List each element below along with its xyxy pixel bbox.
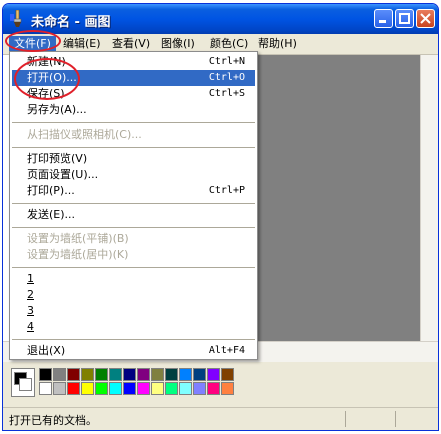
palette-color-swatch[interactable] — [151, 382, 164, 395]
menu-item-label: 设置为墙纸(平铺)(B) — [27, 232, 129, 245]
menu-item-shortcut: Ctrl+P — [208, 185, 245, 196]
palette-color-swatch[interactable] — [123, 368, 136, 381]
menu-item-recent-3[interactable]: 3 — [12, 303, 255, 319]
menu-separator — [12, 227, 255, 228]
menu-item-recent-1[interactable]: 1 — [12, 271, 255, 287]
menu-item-save-as[interactable]: 另存为(A)... — [12, 102, 255, 118]
menu-item-exit[interactable]: 退出(X) Alt+F4 — [12, 343, 255, 359]
background-color — [19, 378, 32, 391]
title-bar[interactable]: 未命名 - 画图 — [3, 4, 438, 34]
menu-item-shortcut: Ctrl+O — [208, 72, 245, 83]
menu-item-label: 4 — [27, 320, 34, 333]
menu-item-label: 设置为墙纸(居中)(K) — [27, 248, 129, 261]
menu-item-print[interactable]: 打印(P)... Ctrl+P — [12, 183, 255, 199]
paint-app-icon — [10, 10, 22, 27]
menu-item-label: 退出(X) — [27, 344, 66, 357]
palette-color-swatch[interactable] — [179, 382, 192, 395]
menu-item-label: 2 — [27, 288, 34, 301]
menu-colors[interactable]: 颜色(C) — [205, 36, 253, 52]
palette-color-swatch[interactable] — [179, 368, 192, 381]
menu-item-label: 发送(E)... — [27, 208, 76, 221]
menu-item-label: 另存为(A)... — [27, 103, 87, 116]
maximize-icon — [399, 13, 410, 24]
menu-item-recent-4[interactable]: 4 — [12, 319, 255, 335]
menu-help[interactable]: 帮助(H) — [253, 36, 302, 52]
menu-item-page-setup[interactable]: 页面设置(U)... — [12, 167, 255, 183]
menu-item-label: 3 — [27, 304, 34, 317]
palette-color-swatch[interactable] — [67, 368, 80, 381]
palette-color-swatch[interactable] — [81, 382, 94, 395]
status-bar: 打开已有的文档。 — [3, 407, 438, 430]
palette-color-swatch[interactable] — [123, 382, 136, 395]
color-box — [3, 363, 438, 403]
minimize-button[interactable] — [374, 9, 393, 28]
menu-view[interactable]: 查看(V) — [107, 36, 155, 52]
menu-item-scanner: 从扫描仪或照相机(C)... — [12, 127, 255, 143]
palette-color-swatch[interactable] — [221, 368, 234, 381]
menu-item-recent-2[interactable]: 2 — [12, 287, 255, 303]
menu-separator — [12, 122, 255, 123]
menu-edit[interactable]: 编辑(E) — [58, 36, 106, 52]
palette-color-swatch[interactable] — [81, 368, 94, 381]
palette-color-swatch[interactable] — [137, 368, 150, 381]
window-title: 未命名 - 画图 — [31, 15, 111, 30]
palette-color-swatch[interactable] — [193, 368, 206, 381]
status-divider — [345, 411, 346, 427]
menu-separator — [12, 267, 255, 268]
palette-color-swatch[interactable] — [109, 382, 122, 395]
palette-color-swatch[interactable] — [53, 382, 66, 395]
palette-color-swatch[interactable] — [193, 382, 206, 395]
menu-separator — [12, 339, 255, 340]
menu-separator — [12, 147, 255, 148]
menu-image[interactable]: 图像(I) — [156, 36, 200, 52]
menu-item-label: 页面设置(U)... — [27, 168, 99, 181]
menu-item-label: 1 — [27, 272, 34, 285]
status-text: 打开已有的文档。 — [9, 414, 97, 427]
palette-color-swatch[interactable] — [137, 382, 150, 395]
menu-item-wallpaper-center: 设置为墙纸(居中)(K) — [12, 247, 255, 263]
close-icon — [420, 13, 431, 24]
palette-color-swatch[interactable] — [95, 382, 108, 395]
palette-color-swatch[interactable] — [39, 368, 52, 381]
menu-separator — [12, 203, 255, 204]
menu-item-shortcut: Ctrl+N — [208, 56, 245, 67]
menu-item-shortcut: Ctrl+S — [208, 88, 245, 99]
palette-color-swatch[interactable] — [109, 368, 122, 381]
palette-color-swatch[interactable] — [53, 368, 66, 381]
maximize-button[interactable] — [395, 9, 414, 28]
palette-color-swatch[interactable] — [67, 382, 80, 395]
annotation-circle-file-menu — [5, 30, 61, 52]
minimize-icon — [379, 20, 386, 23]
current-colors[interactable] — [11, 368, 35, 397]
menu-item-print-preview[interactable]: 打印预览(V) — [12, 151, 255, 167]
palette-color-swatch[interactable] — [165, 368, 178, 381]
menu-item-label: 打印(P)... — [27, 184, 75, 197]
menu-item-send[interactable]: 发送(E)... — [12, 207, 255, 223]
menu-item-label: 打印预览(V) — [27, 152, 88, 165]
palette-color-swatch[interactable] — [165, 382, 178, 395]
palette-color-swatch[interactable] — [207, 382, 220, 395]
palette-color-swatch[interactable] — [207, 368, 220, 381]
annotation-circle-open-save — [14, 58, 80, 100]
close-button[interactable] — [416, 9, 435, 28]
vertical-scrollbar[interactable] — [420, 55, 438, 342]
status-divider — [395, 411, 396, 427]
palette-color-swatch[interactable] — [39, 382, 52, 395]
palette-color-swatch[interactable] — [221, 382, 234, 395]
menu-item-label: 从扫描仪或照相机(C)... — [27, 128, 142, 141]
menu-item-wallpaper-tile: 设置为墙纸(平铺)(B) — [12, 231, 255, 247]
menu-item-shortcut: Alt+F4 — [208, 345, 245, 356]
palette-color-swatch[interactable] — [95, 368, 108, 381]
palette-color-swatch[interactable] — [151, 368, 164, 381]
